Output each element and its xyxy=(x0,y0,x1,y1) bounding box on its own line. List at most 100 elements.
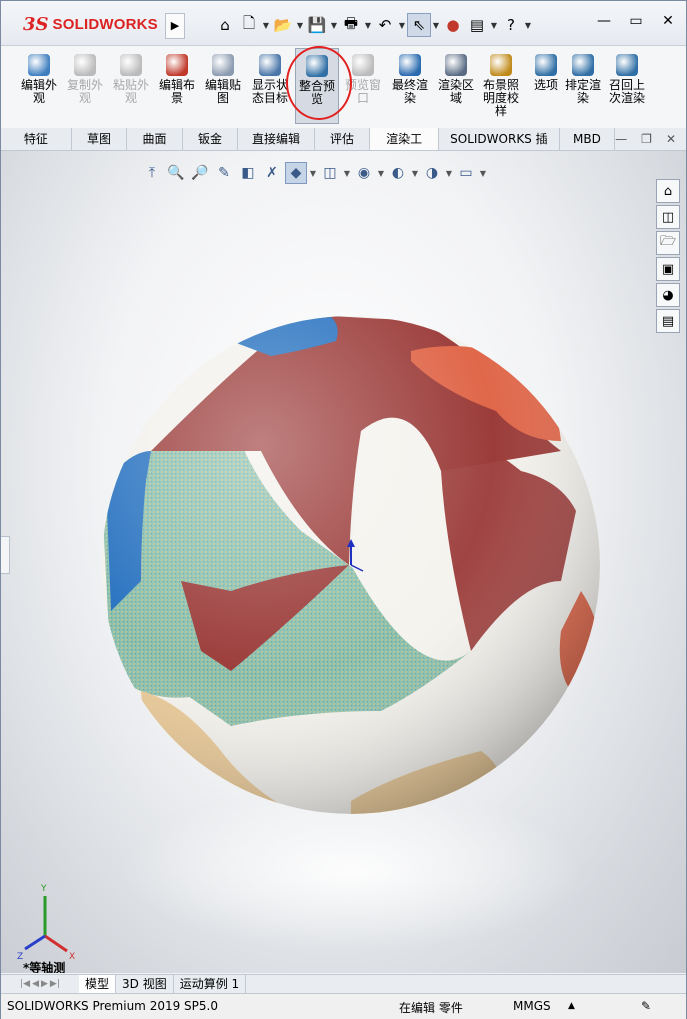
doc-restore-icon[interactable]: ❐ xyxy=(641,132,652,146)
render-region-label: 渲染区域 xyxy=(437,78,474,105)
edit-scene-label: 编辑布景 xyxy=(158,78,195,105)
model-tabs: |◀ ◀ ▶ ▶| 模型 3D 视图 运动算例 1 xyxy=(1,974,686,993)
recall-last-render-icon xyxy=(616,54,638,76)
tab-render-tools[interactable]: 渲染工具 xyxy=(370,128,440,168)
render-region-icon xyxy=(445,54,467,76)
doc-close-icon[interactable]: ✕ xyxy=(666,132,676,146)
ds-logo-mark: 3S xyxy=(23,13,49,35)
units-selector[interactable]: MMGS xyxy=(513,999,551,1013)
schedule-render-icon xyxy=(572,54,594,76)
save-icon[interactable]: 💾 xyxy=(305,13,329,37)
tab-sheet-metal[interactable]: 钣金 xyxy=(183,128,239,150)
tab-solidworks-addins[interactable]: SOLIDWORKS 插件 xyxy=(439,128,560,168)
scroll-prev-icon[interactable]: ◀ xyxy=(32,979,39,989)
triad-x-label: X xyxy=(69,952,75,961)
restore-icon[interactable]: ▭ xyxy=(626,13,646,29)
final-render-icon xyxy=(399,54,421,76)
tab-3d-view[interactable]: 3D 视图 xyxy=(116,975,174,993)
units-arrow-icon[interactable]: ▲ xyxy=(568,1001,575,1011)
app-name: SOLIDWORKS xyxy=(52,15,158,33)
tab-surfaces[interactable]: 曲面 xyxy=(127,128,183,150)
edit-scene-button[interactable]: 编辑布景 xyxy=(155,54,199,105)
command-manager-tabs: 特征 草图 曲面 钣金 直接编辑 评估 渲染工具 SOLIDWORKS 插件 M… xyxy=(1,128,686,168)
window-controls: — ▭ ✕ xyxy=(594,13,678,29)
edit-decal-button[interactable]: 编辑贴图 xyxy=(201,54,245,105)
scroll-next-icon[interactable]: ▶ xyxy=(41,979,48,989)
options-icon xyxy=(535,54,557,76)
menu-expand-button[interactable]: ▶ xyxy=(165,13,185,39)
scroll-last-icon[interactable]: ▶| xyxy=(50,979,60,989)
recall-last-render-button[interactable]: 召回上次渲染 xyxy=(605,54,649,105)
file-properties-icon[interactable]: ▤ xyxy=(465,13,489,37)
paste-appearance-button[interactable]: 粘贴外观 xyxy=(109,54,153,105)
edit-decal-icon xyxy=(212,54,234,76)
open-dropdown-icon[interactable]: ▼ xyxy=(295,13,305,37)
recall-last-render-label: 召回上次渲染 xyxy=(608,78,645,105)
minimize-icon[interactable]: — xyxy=(594,13,614,29)
quick-tips-icon[interactable]: ✎ xyxy=(641,999,651,1013)
undo-icon[interactable]: ↶ xyxy=(373,13,397,37)
undo-dropdown-icon[interactable]: ▼ xyxy=(397,13,407,37)
doc-minimize-icon[interactable]: — xyxy=(615,132,627,146)
scroll-first-icon[interactable]: |◀ xyxy=(20,979,30,989)
paste-appearance-icon xyxy=(120,54,142,76)
triad-y-label: Y xyxy=(40,884,47,894)
tab-scroll-buttons[interactable]: |◀ ◀ ▶ ▶| xyxy=(1,975,79,993)
tab-motion-study[interactable]: 运动算例 1 xyxy=(174,975,247,993)
document-window-controls: — ❐ ✕ xyxy=(615,128,686,150)
solidworks-logo[interactable]: 3S SOLIDWORKS xyxy=(23,11,158,37)
help-icon[interactable]: ? xyxy=(499,13,523,37)
close-icon[interactable]: ✕ xyxy=(658,13,678,29)
solidworks-window: 3S SOLIDWORKS ▶ ⌂ 🗋 ▼ 📂 ▼ 💾 ▼ 🖶 ▼ ↶ ▼ ⇖ … xyxy=(0,0,687,1019)
rendered-ball-model[interactable] xyxy=(1,151,686,973)
edit-decal-label: 编辑贴图 xyxy=(204,78,241,105)
edit-scene-icon xyxy=(166,54,188,76)
copy-appearance-icon xyxy=(74,54,96,76)
rebuild-traffic-light-icon[interactable]: ● xyxy=(441,13,465,37)
schedule-render-label: 排定渲染 xyxy=(564,78,601,105)
copy-appearance-button[interactable]: 复制外观 xyxy=(63,54,107,105)
graphics-area[interactable]: ⤒ 🔍 🔎 ✎ ◧ ✗ ◆ ▼ ◫ ▼ ◉ ▼ ◐ ▼ ◑ ▼ ▭ ▼ ⌂ ◫ 🗁 ▣ ◕ ▤ xyxy=(1,151,686,973)
display-state-target-icon xyxy=(259,54,281,76)
integrated-preview-button[interactable]: 整合预览 xyxy=(295,48,339,124)
open-folder-icon[interactable]: 📂 xyxy=(271,13,295,37)
tab-features[interactable]: 特征 xyxy=(1,128,72,150)
edit-appearance-icon xyxy=(28,54,50,76)
paste-appearance-label: 粘贴外观 xyxy=(112,78,149,105)
tab-mbd[interactable]: MBD xyxy=(560,128,616,150)
new-dropdown-icon[interactable]: ▼ xyxy=(261,13,271,37)
select-dropdown-icon[interactable]: ▼ xyxy=(431,13,441,37)
help-dropdown-icon[interactable]: ▼ xyxy=(523,13,533,37)
properties-dropdown-icon[interactable]: ▼ xyxy=(489,13,499,37)
integrated-preview-label: 整合预览 xyxy=(298,79,335,106)
render-tools-ribbon: 编辑外观 复制外观 粘贴外观 编辑布景 编辑贴图 显示状态目标 整合预览 预览窗口 最终渲染 渲染… xyxy=(1,46,686,129)
editing-mode-label: 在编辑 零件 xyxy=(399,1001,463,1015)
select-pointer-icon[interactable]: ⇖ xyxy=(407,13,431,37)
render-region-button[interactable]: 渲染区域 xyxy=(434,54,478,105)
tab-evaluate[interactable]: 评估 xyxy=(315,128,371,150)
print-dropdown-icon[interactable]: ▼ xyxy=(363,13,373,37)
preview-window-button[interactable]: 预览窗口 xyxy=(341,54,385,105)
schedule-render-button[interactable]: 排定渲染 xyxy=(561,54,605,105)
print-icon[interactable]: 🖶 xyxy=(339,13,363,37)
quick-access-toolbar: ⌂ 🗋 ▼ 📂 ▼ 💾 ▼ 🖶 ▼ ↶ ▼ ⇖ ▼ ● ▤ ▼ ? ▼ xyxy=(213,13,533,37)
new-document-icon[interactable]: 🗋 xyxy=(237,13,261,37)
status-bar: SOLIDWORKS Premium 2019 SP5.0 在编辑 零件 MMG… xyxy=(1,993,686,1019)
edit-appearance-button[interactable]: 编辑外观 xyxy=(17,54,61,105)
product-version-label: SOLIDWORKS Premium 2019 SP5.0 xyxy=(7,999,218,1013)
tab-direct-editing[interactable]: 直接编辑 xyxy=(238,128,315,150)
home-icon[interactable]: ⌂ xyxy=(213,13,237,37)
ball-panels xyxy=(102,316,600,814)
save-dropdown-icon[interactable]: ▼ xyxy=(329,13,339,37)
scene-illumination-proofing-label: 布景照明度校样 xyxy=(482,78,519,118)
tab-model[interactable]: 模型 xyxy=(79,975,117,993)
preview-window-label: 预览窗口 xyxy=(344,78,381,105)
display-state-target-button[interactable]: 显示状态目标 xyxy=(248,54,292,105)
view-orientation-label: *等轴测 xyxy=(23,961,66,973)
floor-reflection xyxy=(121,791,581,951)
display-state-target-label: 显示状态目标 xyxy=(251,78,288,105)
coordinate-triad: Y X Z xyxy=(17,884,75,961)
tab-sketch[interactable]: 草图 xyxy=(72,128,128,150)
scene-illumination-proofing-button[interactable]: 布景照明度校样 xyxy=(479,54,523,118)
final-render-button[interactable]: 最终渲染 xyxy=(388,54,432,105)
